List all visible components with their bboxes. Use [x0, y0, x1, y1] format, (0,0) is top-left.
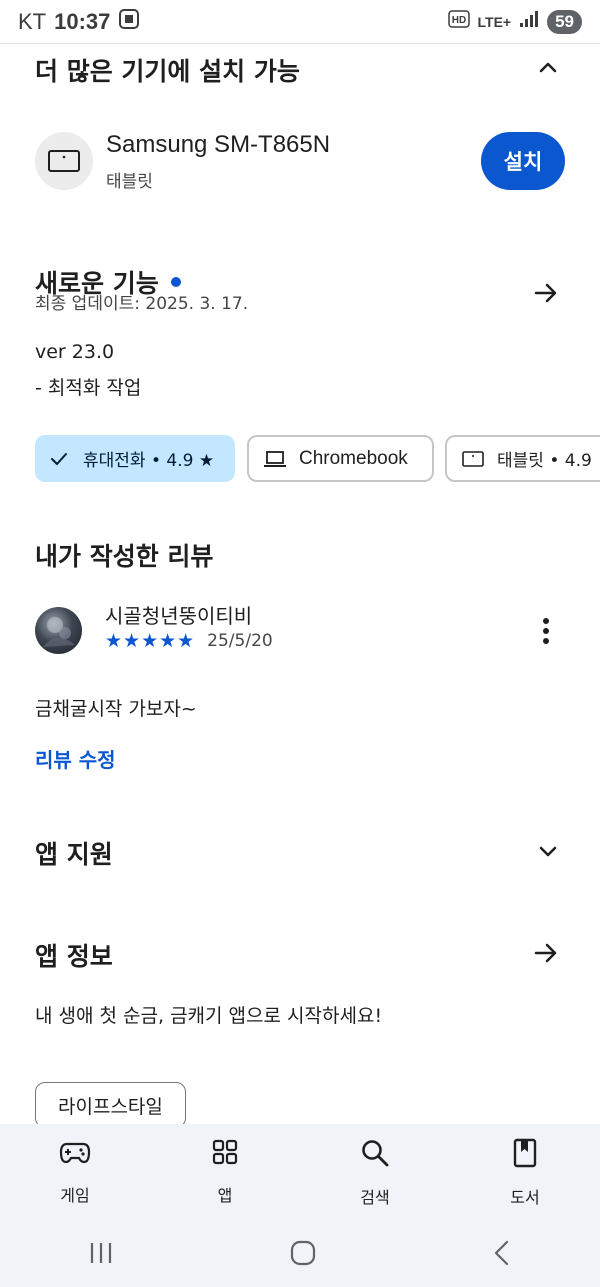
install-button[interactable]: 설치: [481, 132, 565, 190]
edit-review-link[interactable]: 리뷰 수정: [35, 744, 116, 773]
search-icon: [360, 1138, 390, 1172]
clock: 10:37: [54, 8, 111, 34]
home-icon[interactable]: [290, 1240, 316, 1270]
review-date: 25/5/20: [207, 631, 273, 651]
nav-games-label: 게임: [60, 1186, 90, 1205]
system-nav-bar: [0, 1222, 600, 1287]
bottom-nav: 게임 앱 검색 도서: [0, 1124, 600, 1222]
nav-books-label: 도서: [510, 1188, 540, 1207]
release-notes: - 최적화 작업: [35, 377, 142, 399]
chip-phone-label: 휴대전화 • 4.9 ★: [83, 451, 215, 471]
more-devices-header[interactable]: 더 많은 기기에 설치 가능: [35, 52, 560, 88]
review-rating-row: ★★★★★ 25/5/20: [105, 630, 273, 652]
status-bar: KT 10:37 HD LTE+ 59: [0, 0, 600, 44]
book-icon: [511, 1138, 539, 1172]
device-row: Samsung SM-T865N 태블릿 설치: [35, 130, 565, 192]
gamepad-icon: [59, 1138, 91, 1170]
signal-icon: [519, 10, 539, 33]
carrier-label: KT: [18, 8, 47, 34]
chip-phone[interactable]: 휴대전화 • 4.9 ★: [35, 435, 235, 482]
hd-icon: HD: [447, 10, 470, 33]
nav-books[interactable]: 도서: [450, 1124, 600, 1222]
app-description: 내 생애 첫 순금, 금캐기 앱으로 시작하세요!: [35, 1005, 383, 1027]
chevron-up-icon[interactable]: [536, 56, 560, 84]
nav-games[interactable]: 게임: [0, 1124, 150, 1222]
rating-stars: ★★★★★: [105, 630, 196, 652]
back-icon[interactable]: [492, 1240, 512, 1270]
avatar: [35, 607, 82, 654]
arrow-right-icon[interactable]: [532, 279, 560, 311]
nav-search[interactable]: 검색: [300, 1124, 450, 1222]
nav-search-label: 검색: [360, 1188, 390, 1207]
tablet-device-icon: [35, 132, 93, 190]
screenshot-icon: [118, 8, 140, 36]
my-review-title: 내가 작성한 리뷰: [35, 542, 214, 571]
app-support-title: 앱 지원: [35, 840, 113, 869]
app-info-title: 앱 정보: [35, 942, 113, 971]
battery-indicator: 59: [547, 9, 582, 34]
version-text: ver 23.0: [35, 341, 115, 363]
chevron-down-icon[interactable]: [536, 839, 560, 867]
app-info-header[interactable]: 앱 정보: [35, 937, 560, 973]
chip-chromebook-label: Chromebook: [299, 447, 408, 469]
tablet-icon: [461, 449, 485, 469]
review-text: 금채굴시작 가보자~: [35, 698, 197, 720]
more-vert-icon[interactable]: [536, 616, 556, 650]
recents-icon[interactable]: [88, 1241, 114, 1269]
svg-text:HD: HD: [451, 15, 465, 26]
apps-grid-icon: [211, 1138, 239, 1170]
last-updated: 최종 업데이트: 2025. 3. 17.: [35, 294, 249, 314]
check-icon: [49, 449, 69, 469]
more-devices-title: 더 많은 기기에 설치 가능: [35, 57, 300, 86]
chip-chromebook[interactable]: Chromebook: [247, 435, 434, 482]
device-type: 태블릿: [106, 171, 153, 192]
my-review-header: 내가 작성한 리뷰: [35, 537, 560, 573]
arrow-right-icon[interactable]: [532, 939, 560, 971]
laptop-icon: [263, 449, 287, 469]
nav-apps[interactable]: 앱: [150, 1124, 300, 1222]
category-chip[interactable]: 라이프스타일: [35, 1082, 186, 1128]
app-support-header[interactable]: 앱 지원: [35, 835, 560, 871]
review-author: 시골청년뚱이티비: [105, 604, 253, 628]
nav-apps-label: 앱: [217, 1186, 233, 1205]
device-name: Samsung SM-T865N: [106, 130, 331, 158]
chip-tablet[interactable]: 태블릿 • 4.9: [445, 435, 600, 482]
network-label: LTE+: [477, 13, 512, 30]
chip-tablet-label: 태블릿 • 4.9: [497, 451, 592, 471]
new-indicator-dot: [170, 277, 181, 287]
